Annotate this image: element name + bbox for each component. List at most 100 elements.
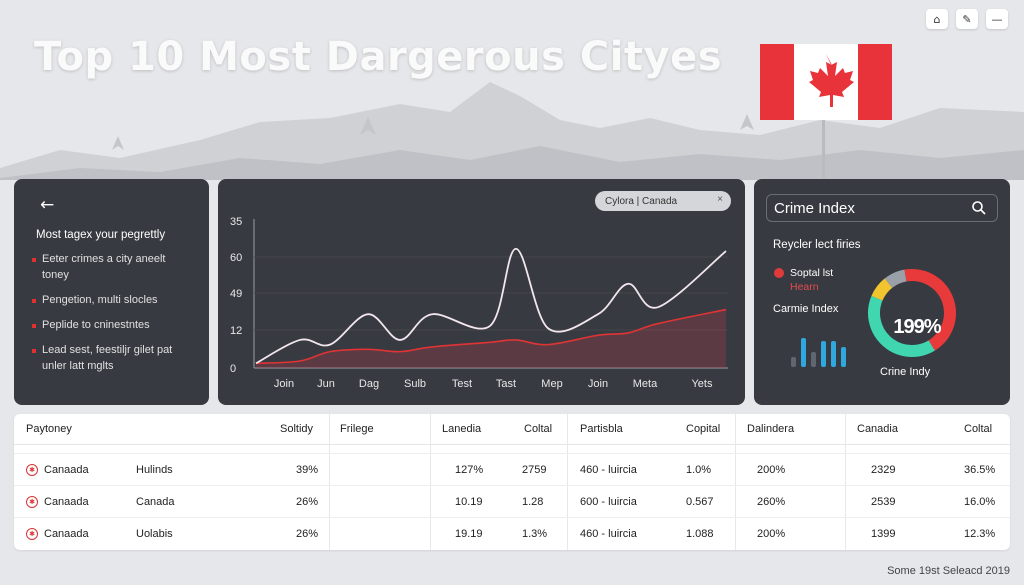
column-header[interactable]: Lanedia — [442, 414, 481, 444]
chart-panel: 0 12 49 60 35 Join Jun Dag Sulb Test Tast Mep Join Me… — [218, 179, 745, 405]
mini-bar — [791, 357, 796, 367]
table-cell: 200% — [757, 527, 786, 540]
crime-index-panel: Crime Index Reycler lect firies Soptal l… — [754, 179, 1010, 405]
back-arrow-icon[interactable]: ← — [40, 195, 191, 215]
table-cell: 127% — [455, 463, 484, 476]
table-row[interactable]: ✱ Canaada Uolabis 26% 19.19 1.3% 460 - luircia… — [14, 517, 1010, 549]
close-icon[interactable]: × — [717, 194, 723, 205]
column-header[interactable]: Soltidy — [280, 414, 313, 444]
canada-flag-icon: ✱ — [26, 486, 40, 517]
list-item: Lead sest, feestiljr gilet pat unler lat… — [32, 342, 191, 374]
table-cell: 10.19 — [455, 495, 483, 508]
info-list: Eeter crimes a city aneelt toney Pengeti… — [32, 251, 191, 374]
y-tick-label: 12 — [230, 325, 242, 337]
table-cell: 36.5% — [964, 463, 996, 476]
table-cell: 200% — [757, 463, 786, 476]
table-cell: 1.28 — [522, 495, 544, 508]
donut-chart — [868, 269, 956, 358]
series-area — [256, 309, 726, 368]
x-tick-label: Mep — [541, 378, 562, 390]
canada-flag-icon: ✱ — [26, 518, 40, 549]
x-tick-label: Tast — [496, 378, 516, 390]
legend-sublabel: Hearn — [790, 281, 819, 293]
column-header[interactable]: Coltal — [524, 414, 552, 444]
list-item: Pengetion, multi slocles — [32, 292, 191, 308]
x-tick-label: Dag — [359, 378, 379, 390]
table-row[interactable]: ✱ Canaada Canada 26% 10.19 1.28 600 - luircia 0… — [14, 485, 1010, 517]
mini-bar — [821, 341, 826, 367]
line-chart: 0 12 49 60 35 Join Jun Dag Sulb Test Tast Mep Join Me… — [230, 216, 728, 390]
table-cell: 26% — [296, 527, 319, 540]
filter-pill-label: Cylora | Canada — [605, 195, 678, 207]
donut-value: 199% — [893, 316, 941, 338]
filter-pill[interactable]: Cylora | Canada × — [595, 191, 731, 211]
mini-bar — [801, 338, 806, 367]
data-table: Paytoney Soltidy Frilege Lanedia Coltal … — [14, 414, 1010, 550]
x-tick-label: Sulb — [404, 378, 426, 390]
minimize-icon[interactable]: — — [986, 9, 1008, 29]
list-item: Peplide to cninestntes — [32, 317, 191, 333]
mini-bar-chart — [791, 333, 846, 367]
table-cell: 2329 — [871, 463, 896, 476]
table-row[interactable]: ✱ Canaada Hulinds 39% 127% 2759 460 - luircia 1… — [14, 453, 1010, 485]
x-tick-label: Test — [452, 378, 472, 390]
crime-index-search[interactable]: Crime Index — [766, 194, 998, 222]
table-cell: Canada — [136, 495, 175, 508]
x-tick-label: Jun — [317, 378, 335, 390]
donut-caption: Crine Indy — [880, 366, 931, 378]
window-controls: ⌂ ✎ — — [926, 9, 1008, 29]
column-header[interactable]: Copital — [686, 414, 720, 444]
mini-bar — [831, 341, 836, 367]
legend-dot — [774, 268, 784, 278]
legend-label: Soptal lst — [790, 267, 834, 279]
table-cell: Canaada — [44, 463, 89, 476]
pen-icon[interactable]: ✎ — [956, 9, 978, 29]
table-cell: 600 - luircia — [580, 495, 637, 508]
x-tick-label: Join — [588, 378, 608, 390]
table-cell: 12.3% — [964, 527, 996, 540]
home-icon[interactable]: ⌂ — [926, 9, 948, 29]
crime-index-title: Crime Index — [774, 199, 855, 217]
table-cell: Uolabis — [136, 527, 173, 540]
footer-note: Some 19st Seleacd 2019 — [887, 565, 1010, 577]
table-cell: 26% — [296, 495, 319, 508]
table-cell: 19.19 — [455, 527, 483, 540]
crime-subtitle: Reycler lect firies — [773, 239, 861, 251]
y-tick-label: 60 — [230, 252, 242, 264]
column-header[interactable]: Paytoney — [26, 414, 72, 444]
mini-bar — [841, 347, 846, 367]
column-header[interactable]: Coltal — [964, 414, 992, 444]
index-label: Carmie Index — [773, 303, 839, 315]
column-header[interactable]: Dalindera — [747, 414, 794, 444]
canada-flag-icon: ✱ — [26, 454, 40, 485]
table-cell: 0.567 — [686, 495, 714, 508]
table-cell: Canaada — [44, 527, 89, 540]
info-heading: Most tagex your pegrettly — [36, 229, 166, 241]
info-panel: ← Most tagex your pegrettly Eeter crimes… — [14, 179, 209, 405]
table-header: Paytoney Soltidy Frilege Lanedia Coltal … — [14, 414, 1010, 445]
column-header[interactable]: Partisbla — [580, 414, 623, 444]
table-cell: 1.0% — [686, 463, 712, 476]
x-tick-label: Meta — [633, 378, 658, 390]
mini-bar — [811, 352, 816, 367]
legend: Soptal lst Hearn — [774, 266, 833, 294]
table-cell: 16.0% — [964, 495, 996, 508]
y-tick-label: 35 — [230, 216, 242, 228]
column-header[interactable]: Frilege — [340, 414, 374, 444]
table-cell: 260% — [757, 495, 786, 508]
list-item: Eeter crimes a city aneelt toney — [32, 251, 191, 283]
table-cell: 460 - luircia — [580, 463, 637, 476]
canada-flag — [760, 44, 892, 178]
y-tick-label: 49 — [230, 288, 242, 300]
x-tick-label: Yets — [691, 378, 713, 390]
table-cell: 1399 — [871, 527, 896, 540]
y-tick-label: 0 — [230, 363, 236, 375]
search-icon[interactable] — [971, 200, 987, 216]
table-cell: 2759 — [522, 463, 547, 476]
page-title: Top 10 Most Dargerous Cityes — [34, 34, 723, 80]
table-cell: 1.088 — [686, 527, 714, 540]
column-header[interactable]: Canadia — [857, 414, 898, 444]
table-cell: 2539 — [871, 495, 896, 508]
table-cell: 39% — [296, 463, 319, 476]
table-cell: Canaada — [44, 495, 89, 508]
